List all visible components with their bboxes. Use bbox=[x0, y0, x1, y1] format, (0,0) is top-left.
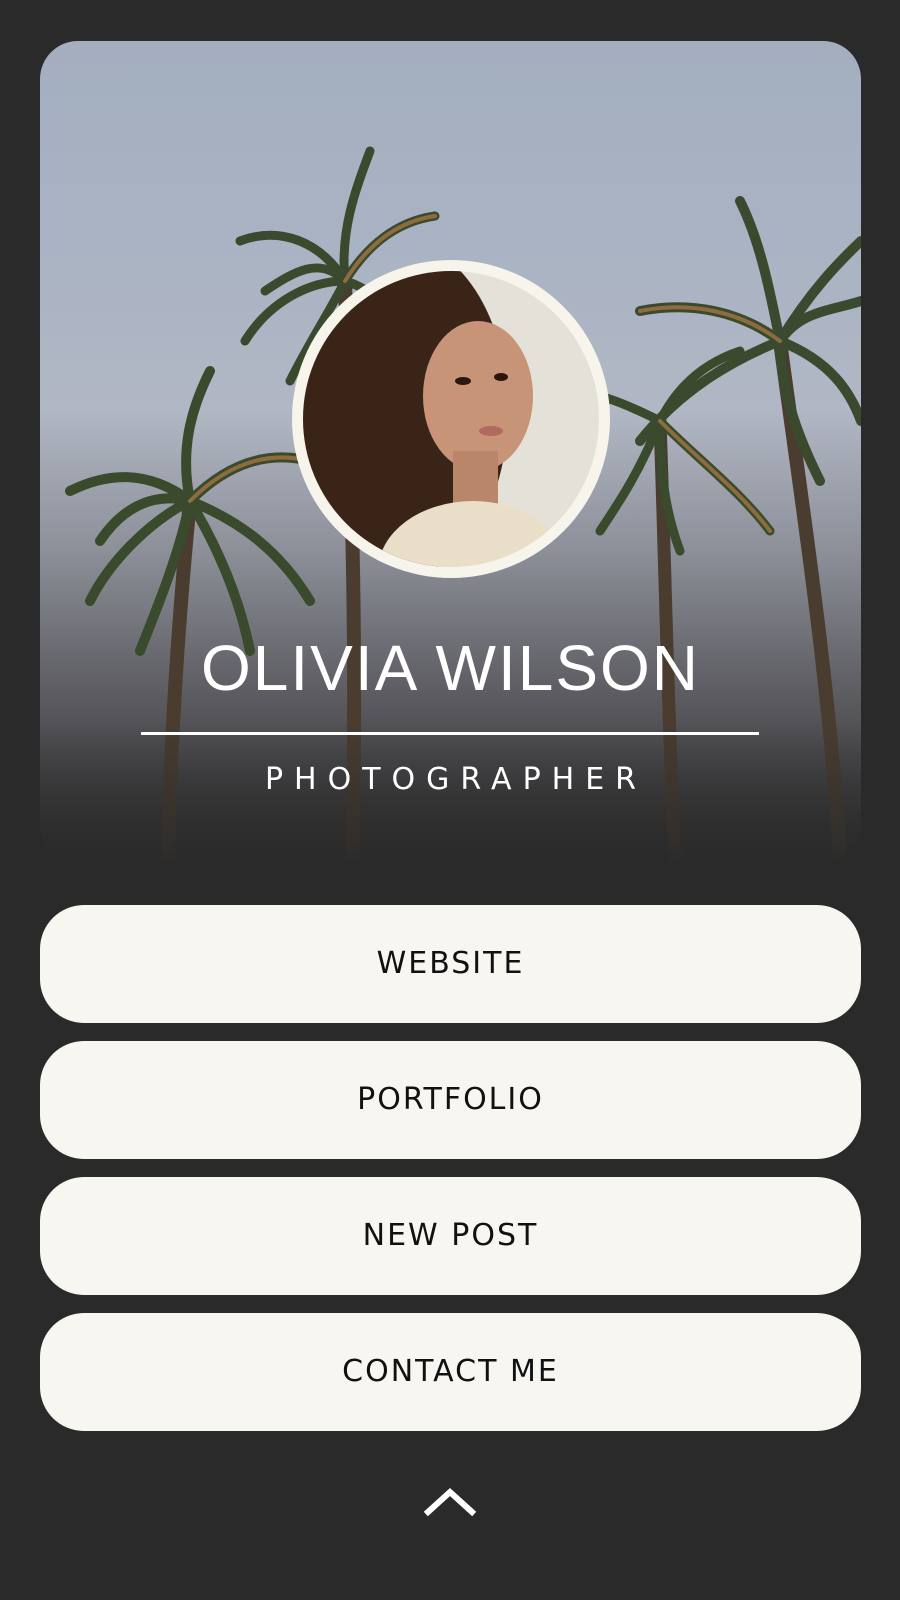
name-divider bbox=[141, 732, 759, 735]
link-in-bio-page: OLIVIA WILSON PHOTOGRAPHER WEBSITE PORTF… bbox=[0, 0, 900, 1600]
chevron-up-icon bbox=[423, 1487, 477, 1517]
profile-role: PHOTOGRAPHER bbox=[264, 762, 648, 797]
scroll-to-top-button[interactable] bbox=[422, 1480, 478, 1520]
contact-me-button[interactable]: CONTACT ME bbox=[40, 1313, 861, 1431]
profile-name: OLIVIA WILSON bbox=[200, 632, 701, 704]
link-list: WEBSITE PORTFOLIO NEW POST CONTACT ME bbox=[40, 905, 861, 1449]
avatar bbox=[292, 260, 610, 578]
new-post-button[interactable]: NEW POST bbox=[40, 1177, 861, 1295]
website-button[interactable]: WEBSITE bbox=[40, 905, 861, 1023]
portfolio-button[interactable]: PORTFOLIO bbox=[40, 1041, 861, 1159]
profile-photo bbox=[303, 271, 599, 567]
